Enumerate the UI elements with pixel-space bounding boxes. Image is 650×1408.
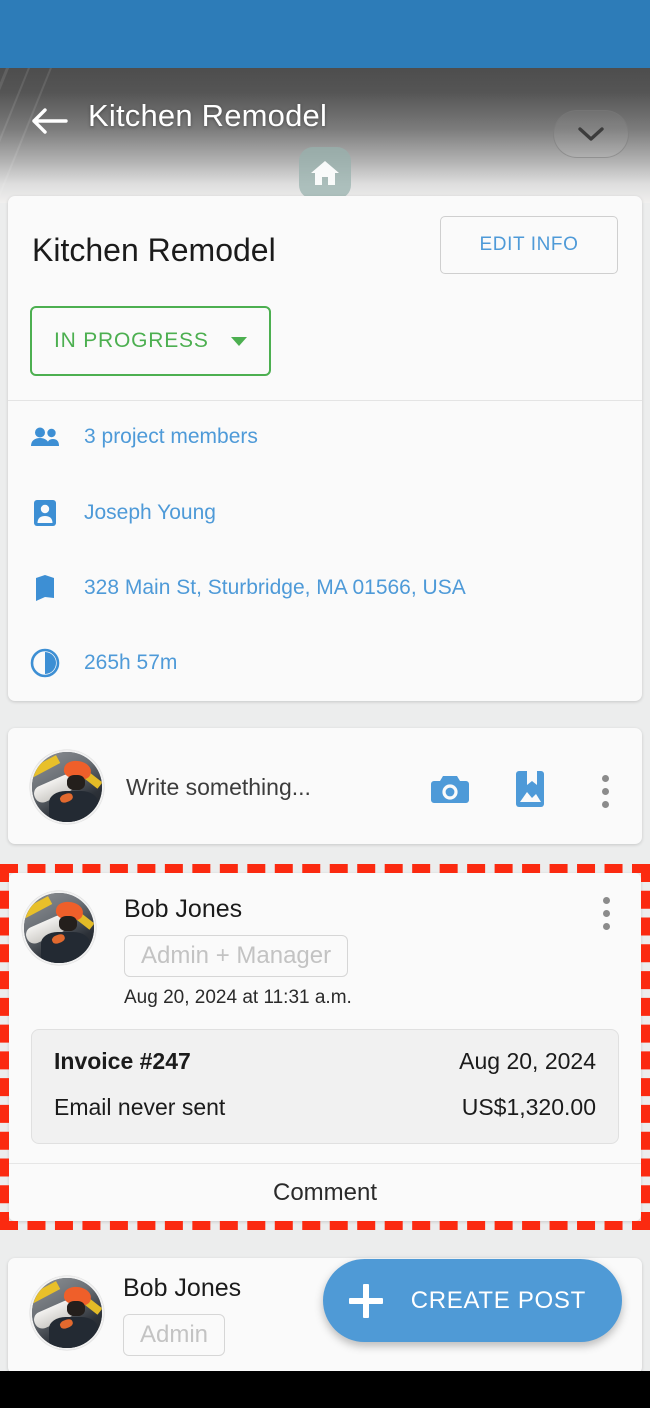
info-row-contact[interactable]: Joseph Young: [30, 498, 216, 528]
contact-card-icon: [30, 498, 60, 528]
project-status-dropdown[interactable]: IN PROGRESS: [30, 306, 271, 376]
back-button[interactable]: [28, 106, 70, 136]
edit-info-button[interactable]: EDIT INFO: [440, 216, 618, 274]
avatar: [30, 1276, 104, 1350]
camera-icon[interactable]: [430, 773, 470, 810]
expand-header-button[interactable]: [553, 110, 629, 158]
composer-placeholder[interactable]: Write something...: [126, 774, 311, 801]
status-bar: [0, 0, 650, 68]
map-icon: [30, 573, 60, 603]
home-icon: [311, 161, 339, 185]
create-post-button[interactable]: CREATE POST: [322, 1259, 622, 1342]
info-text: Joseph Young: [84, 501, 216, 524]
system-navigation-bar: [0, 1371, 650, 1408]
app-bar: Kitchen Remodel: [0, 68, 650, 203]
info-row-time[interactable]: 265h 57m: [30, 648, 177, 678]
project-home-thumbnail: [299, 147, 351, 199]
arrow-left-icon: [32, 108, 68, 134]
info-text: 265h 57m: [84, 651, 178, 674]
app-screen: Kitchen Remodel Kitchen Remodel EDIT INF…: [0, 0, 650, 1408]
create-post-label: CREATE POST: [410, 1286, 586, 1314]
info-text: 3 project members: [84, 425, 258, 448]
project-info-card: Kitchen Remodel EDIT INFO IN PROGRESS 3 …: [8, 196, 642, 701]
project-name: Kitchen Remodel: [32, 232, 276, 268]
post-author: Bob Jones: [123, 1274, 242, 1302]
photo-bookmark-icon[interactable]: [514, 770, 546, 813]
people-icon: [30, 422, 60, 452]
info-text: 328 Main St, Sturbridge, MA 01566, USA: [84, 576, 466, 599]
time-pie-icon: [30, 648, 60, 678]
info-row-members[interactable]: 3 project members: [30, 422, 258, 452]
chevron-down-icon: [578, 127, 604, 141]
info-row-address[interactable]: 328 Main St, Sturbridge, MA 01566, USA: [30, 573, 466, 603]
avatar: [30, 750, 104, 824]
caret-down-icon: [230, 336, 247, 346]
post-role-badge: Admin: [123, 1314, 226, 1356]
page-title: Kitchen Remodel: [88, 98, 328, 133]
selection-highlight-border: [0, 864, 650, 1230]
status-label: IN PROGRESS: [54, 329, 209, 352]
divider: [8, 400, 642, 401]
highlighted-post-region: Bob Jones Admin + Manager Aug 20, 2024 a…: [0, 864, 650, 1230]
composer-more-icon[interactable]: [590, 774, 620, 810]
post-composer-card[interactable]: Write something...: [8, 728, 642, 844]
plus-icon: [348, 1283, 383, 1318]
